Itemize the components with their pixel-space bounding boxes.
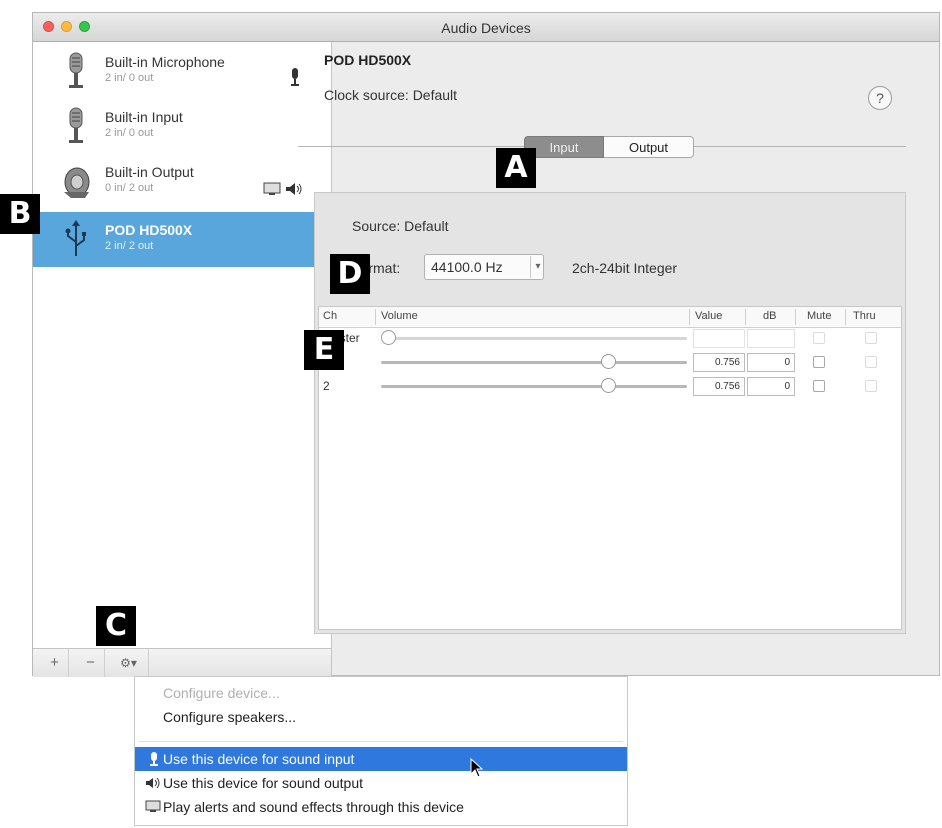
microphone-icon: [69, 107, 83, 143]
volume-slider-track[interactable]: [381, 385, 687, 388]
device-list: Built-in Microphone 2 in/ 0 out Built-in…: [33, 42, 332, 648]
menu-item-use-for-output[interactable]: Use this device for sound output: [135, 771, 627, 795]
column-separator: [375, 309, 376, 325]
microphone-icon: [69, 52, 83, 88]
device-title: POD HD500X: [324, 52, 412, 68]
device-io: 2 in/ 0 out: [105, 72, 154, 84]
volume-slider-knob[interactable]: [600, 378, 616, 393]
tab-input[interactable]: Input: [524, 136, 604, 158]
device-item-pod-hd500x[interactable]: POD HD500X 2 in/ 2 out: [33, 212, 331, 267]
menu-item-label: Play alerts and sound effects through th…: [163, 799, 464, 815]
table-row-master: Master: [319, 327, 901, 351]
microphone-icon: [291, 68, 299, 86]
callout-c: C: [96, 606, 136, 646]
format-bit-depth: 2ch-24bit Integer: [572, 260, 678, 276]
device-io: 0 in/ 2 out: [105, 182, 154, 194]
speaker-icon: [64, 167, 90, 198]
gear-menu-button[interactable]: ⚙▾: [109, 649, 149, 677]
callout-e: E: [304, 330, 344, 370]
table-row-channel-1: 1 0.756 0: [319, 351, 901, 375]
window-title: Audio Devices: [441, 20, 531, 36]
db-field[interactable]: 0: [747, 353, 795, 372]
thru-checkbox: [865, 332, 877, 344]
volume-slider-track[interactable]: [381, 361, 687, 364]
thru-checkbox: [865, 380, 877, 392]
callout-b: B: [0, 194, 40, 234]
menu-item-label: Configure device...: [163, 685, 280, 701]
value-field[interactable]: 0.756: [693, 377, 745, 396]
column-header-value: Value: [695, 310, 723, 322]
db-field: [747, 329, 795, 348]
speaker-icon: [286, 183, 302, 195]
source-label: Source: Default: [352, 218, 449, 234]
divider: [298, 146, 524, 147]
column-separator: [845, 309, 846, 325]
column-header-volume: Volume: [381, 310, 418, 322]
device-io: 2 in/ 0 out: [105, 127, 154, 139]
gear-dropdown-menu: Configure device... Configure speakers..…: [134, 676, 628, 826]
add-device-button[interactable]: +: [41, 649, 69, 677]
callout-a: A: [496, 148, 536, 188]
volume-slider-track[interactable]: [381, 337, 687, 340]
device-name: Built-in Output: [105, 164, 194, 180]
device-item-built-in-microphone[interactable]: Built-in Microphone 2 in/ 0 out: [33, 44, 331, 99]
column-separator: [795, 309, 796, 325]
channel-label: 2: [323, 379, 330, 393]
thru-checkbox: [865, 356, 877, 368]
microphone-icon: [150, 752, 158, 766]
menu-separator: [139, 741, 623, 742]
device-item-built-in-input[interactable]: Built-in Input 2 in/ 0 out: [33, 99, 331, 154]
menu-item-label: Use this device for sound input: [163, 751, 355, 767]
channel-volume-table: Ch Volume Value dB Mute Thru Master 1 0.…: [318, 306, 902, 630]
column-header-thru: Thru: [853, 310, 876, 322]
device-item-built-in-output[interactable]: Built-in Output 0 in/ 2 out: [33, 154, 331, 209]
column-separator: [745, 309, 746, 325]
callout-d: D: [330, 254, 370, 294]
table-header: Ch Volume Value dB Mute Thru: [319, 307, 901, 328]
menu-item-label: Use this device for sound output: [163, 775, 364, 791]
menu-item-play-alerts[interactable]: Play alerts and sound effects through th…: [135, 795, 627, 819]
chevron-down-icon[interactable]: ▾: [530, 256, 545, 278]
column-separator: [689, 309, 690, 325]
menu-item-label: Configure speakers...: [163, 709, 297, 725]
menu-item-configure-speakers[interactable]: Configure speakers...: [135, 705, 627, 729]
value-field: [693, 329, 745, 348]
usb-icon: [65, 220, 86, 256]
volume-slider-knob[interactable]: [381, 330, 396, 345]
device-name: Built-in Microphone: [105, 54, 225, 70]
clock-source-label: Clock source: Default: [324, 87, 458, 103]
format-rate-select[interactable]: 44100.0 Hz: [424, 254, 544, 280]
divider: [694, 146, 906, 147]
device-io: 2 in/ 2 out: [105, 240, 154, 252]
screen-icon: [145, 800, 161, 812]
column-header-mute: Mute: [807, 310, 832, 322]
speaker-icon: [146, 777, 160, 789]
mute-checkbox[interactable]: [813, 380, 825, 392]
menu-item-use-for-input[interactable]: Use this device for sound input: [135, 747, 627, 771]
mute-checkbox[interactable]: [813, 356, 825, 368]
column-header-db: dB: [763, 310, 777, 322]
tab-output[interactable]: Output: [604, 136, 694, 158]
device-name: POD HD500X: [105, 222, 193, 238]
sidebar-toolbar: + − ⚙▾: [33, 648, 332, 677]
device-name: Built-in Input: [105, 109, 183, 125]
title-bar: Audio Devices: [33, 13, 939, 42]
table-row-channel-2: 2 0.756 0: [319, 375, 901, 399]
remove-device-button[interactable]: −: [77, 649, 105, 677]
volume-slider-knob[interactable]: [600, 354, 616, 369]
screen-icon: [263, 182, 281, 195]
value-field[interactable]: 0.756: [693, 353, 745, 372]
cursor-icon: [470, 758, 484, 778]
help-button[interactable]: ?: [868, 86, 892, 110]
mute-checkbox: [813, 332, 825, 344]
menu-item-configure-device: Configure device...: [135, 681, 627, 705]
db-field[interactable]: 0: [747, 377, 795, 396]
column-header-ch: Ch: [323, 310, 338, 322]
